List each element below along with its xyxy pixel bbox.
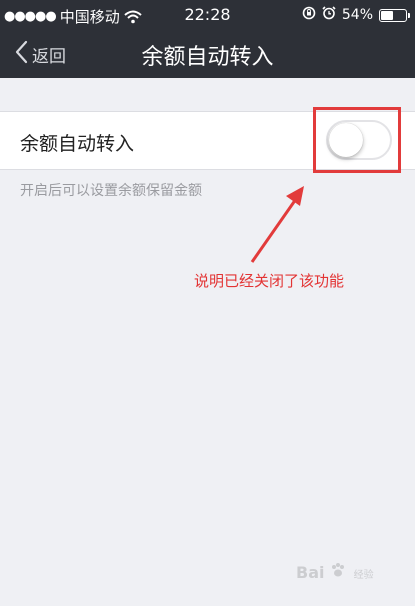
watermark-suffix: 经验 bbox=[353, 570, 374, 581]
annotation-text: 说明已经关闭了该功能 bbox=[194, 272, 345, 290]
watermark: Bai 经验 bbox=[296, 562, 374, 582]
watermark-text: Bai bbox=[296, 563, 325, 582]
annotation-arrow-icon bbox=[250, 186, 304, 263]
paw-icon bbox=[330, 563, 352, 582]
